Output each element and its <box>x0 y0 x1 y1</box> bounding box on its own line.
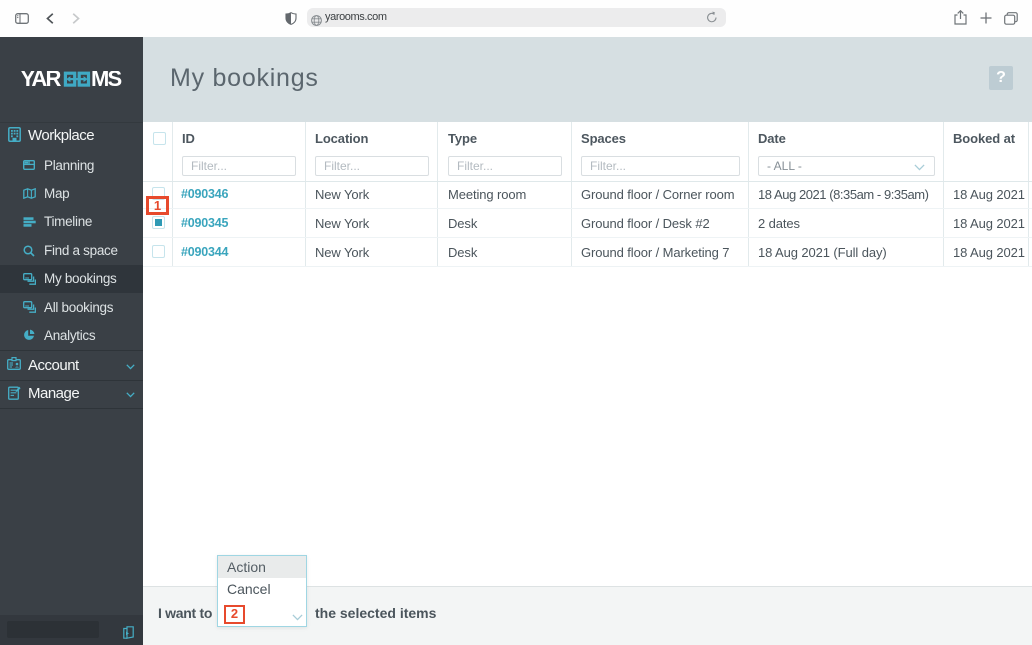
svg-text:YAR: YAR <box>21 71 61 88</box>
svg-text:MS: MS <box>91 71 122 88</box>
